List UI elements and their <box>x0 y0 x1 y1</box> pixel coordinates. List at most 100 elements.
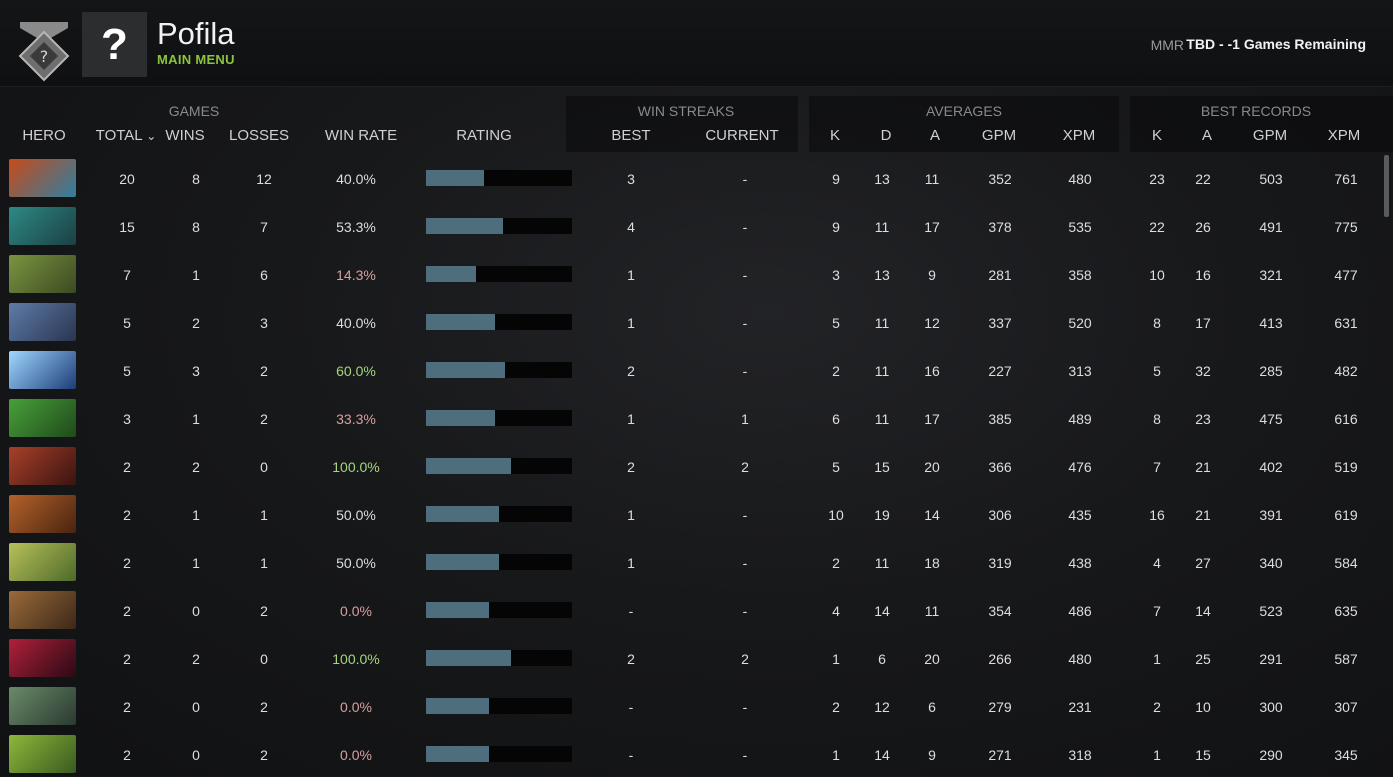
col-avg-gpm[interactable]: GPM <box>959 127 1039 144</box>
col-current-streak[interactable]: CURRENT <box>702 127 782 144</box>
col-avg-xpm[interactable]: XPM <box>1039 127 1119 144</box>
table-row[interactable]: 2 1 1 1-10 19 14 306 435 16 21 391 619 50.0% <box>0 489 1380 537</box>
cell-total: 5 <box>123 315 131 331</box>
rating-bar <box>426 554 572 570</box>
hero-portrait[interactable] <box>9 207 76 245</box>
cell-losses: 2 <box>260 603 268 619</box>
table-row[interactable]: 2 0 2- -4 14 11 354 486 7 14 523 635 0.0% <box>0 585 1380 633</box>
cell-best-streak: 1 <box>627 411 635 427</box>
table-row[interactable]: 15 8 7 4-9 11 17 378 535 22 26 491 775 53.3% <box>0 201 1380 249</box>
cell-current-streak: - <box>742 747 748 763</box>
hero-portrait[interactable] <box>9 639 76 677</box>
mmr-value: TBD - -1 Games Remaining <box>1186 36 1366 52</box>
cell-total: 2 <box>123 747 131 763</box>
cell-best-streak: 1 <box>627 555 635 571</box>
cell-best-xpm: 307 <box>1334 699 1358 715</box>
cell-best-xpm: 775 <box>1334 219 1358 235</box>
cell-avg-gpm: 227 <box>988 363 1012 379</box>
cell-avg-xpm: 520 <box>1068 315 1092 331</box>
hero-portrait[interactable] <box>9 591 76 629</box>
hero-portrait[interactable] <box>9 303 76 341</box>
group-games: GAMES <box>168 103 220 119</box>
col-win-rate[interactable]: WIN RATE <box>311 127 411 144</box>
cell-avg-gpm: 266 <box>988 651 1012 667</box>
hero-portrait[interactable] <box>9 543 76 581</box>
cell-best-xpm: 619 <box>1334 507 1358 523</box>
cell-win-rate: 53.3% <box>336 219 376 235</box>
cell-losses: 1 <box>260 555 268 571</box>
rating-bar <box>426 650 572 666</box>
cell-losses: 2 <box>260 699 268 715</box>
cell-best-streak: - <box>628 747 634 763</box>
col-rating[interactable]: RATING <box>444 127 524 144</box>
cell-avg-gpm: 366 <box>988 459 1012 475</box>
cell-total: 3 <box>123 411 131 427</box>
rating-bar-fill <box>426 698 489 714</box>
cell-total: 20 <box>119 171 135 187</box>
hero-portrait[interactable] <box>9 447 76 485</box>
col-best-xpm[interactable]: XPM <box>1304 127 1384 144</box>
cell-total: 2 <box>123 555 131 571</box>
cell-total: 2 <box>123 699 131 715</box>
rating-bar-fill <box>426 266 476 282</box>
rating-bar <box>426 698 572 714</box>
table-row[interactable]: 7 1 6 1-3 13 9 281 358 10 16 321 477 14.3% <box>0 249 1380 297</box>
cell-best-xpm: 519 <box>1334 459 1358 475</box>
cell-best-gpm: 491 <box>1259 219 1283 235</box>
cell-win-rate: 0.0% <box>340 747 372 763</box>
col-losses[interactable]: LOSSES <box>219 127 299 144</box>
rating-bar <box>426 602 572 618</box>
cell-avg-xpm: 489 <box>1068 411 1092 427</box>
main-menu-link[interactable]: MAIN MENU <box>157 52 235 67</box>
hero-portrait[interactable] <box>9 495 76 533</box>
cell-best-xpm: 635 <box>1334 603 1358 619</box>
cell-win-rate: 50.0% <box>336 507 376 523</box>
hero-portrait[interactable] <box>9 399 76 437</box>
cell-avg-xpm: 313 <box>1068 363 1092 379</box>
cell-total: 2 <box>123 507 131 523</box>
cell-best-gpm: 413 <box>1259 315 1283 331</box>
cell-losses: 2 <box>260 363 268 379</box>
table-row[interactable]: 2 0 2- -1 14 9 271 318 1 15 290 345 0.0% <box>0 729 1380 777</box>
group-averages: AVERAGES <box>926 103 1002 119</box>
cell-win-rate: 40.0% <box>336 171 376 187</box>
col-hero[interactable]: HERO <box>4 127 84 144</box>
rating-bar-fill <box>426 410 495 426</box>
table-row[interactable]: 2 1 1 1-2 11 18 319 438 4 27 340 584 50.0% <box>0 537 1380 585</box>
rating-bar <box>426 170 572 186</box>
cell-current-streak: - <box>742 171 748 187</box>
cell-best-xpm: 631 <box>1334 315 1358 331</box>
question-mark-icon[interactable]: ? <box>82 12 147 77</box>
hero-portrait[interactable] <box>9 687 76 725</box>
cell-best-gpm: 290 <box>1259 747 1283 763</box>
cell-current-streak: 1 <box>741 411 749 427</box>
rating-bar-fill <box>426 458 511 474</box>
cell-best-gpm: 285 <box>1259 363 1283 379</box>
cell-best-streak: 1 <box>627 315 635 331</box>
scrollbar-thumb[interactable] <box>1384 155 1389 217</box>
table-row[interactable]: 5 3 2 2-2 11 16 227 313 5 32 285 482 60.0% <box>0 345 1380 393</box>
col-wins[interactable]: WINS <box>145 127 225 144</box>
table-row[interactable]: 2 2 0 2 2 5 15 20 366 476 7 21 402 519 100.0% <box>0 441 1380 489</box>
table-row[interactable]: 2 2 0 2 2 1 6 20 266 480 1 25 291 587 100.0% <box>0 633 1380 681</box>
hero-portrait[interactable] <box>9 351 76 389</box>
cell-win-rate: 100.0% <box>332 459 380 475</box>
hero-portrait[interactable] <box>9 159 76 197</box>
cell-avg-gpm: 352 <box>988 171 1012 187</box>
hero-portrait[interactable] <box>9 735 76 773</box>
col-best-streak[interactable]: BEST <box>591 127 671 144</box>
table-row[interactable]: 5 2 3 1-5 11 12 337 520 8 17 413 631 40.0% <box>0 297 1380 345</box>
cell-avg-gpm: 271 <box>988 747 1012 763</box>
rating-bar-fill <box>426 506 499 522</box>
table-row[interactable]: 2 0 2- -2 12 6 279 231 2 10 300 307 0.0% <box>0 681 1380 729</box>
hero-portrait[interactable] <box>9 255 76 293</box>
table-row[interactable]: 3 1 2 1 1 6 11 17 385 489 8 23 475 616 33.3% <box>0 393 1380 441</box>
rating-bar <box>426 458 572 474</box>
cell-losses: 0 <box>260 651 268 667</box>
cell-current-streak: - <box>742 507 748 523</box>
cell-win-rate: 50.0% <box>336 555 376 571</box>
group-best-records: BEST RECORDS <box>1200 103 1312 119</box>
cell-current-streak: - <box>742 267 748 283</box>
table-row[interactable]: 20 8 12 3-9 13 11 352 480 23 22 503 761 40.0% <box>0 153 1380 201</box>
col-best-gpm[interactable]: GPM <box>1230 127 1310 144</box>
